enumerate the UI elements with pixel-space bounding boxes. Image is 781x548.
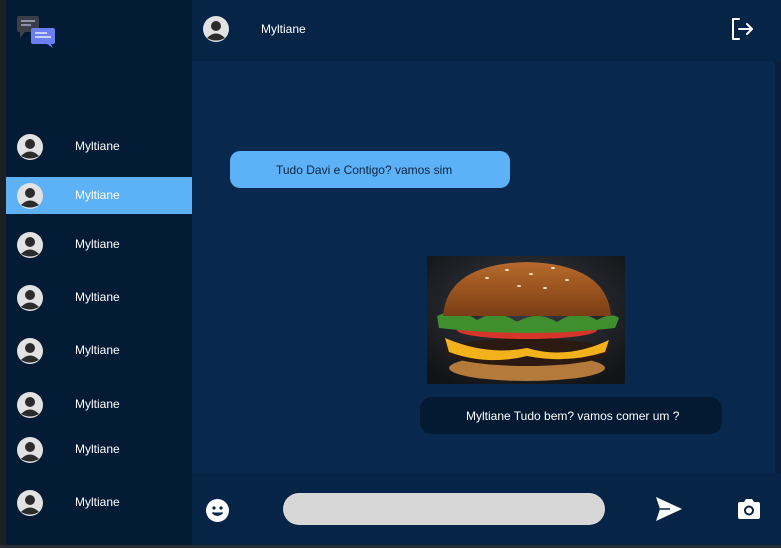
contact-item-active[interactable]: Myltiane: [6, 177, 192, 214]
smiley-icon[interactable]: [205, 498, 230, 523]
sidebar: Myltiane Myltiane Myltiane Myltiane Mylt: [6, 0, 192, 545]
user-avatar-icon: [16, 182, 44, 210]
user-avatar-icon: [16, 391, 44, 419]
user-avatar-icon: [16, 284, 44, 312]
incoming-message-bubble: Tudo Davi e Contigo? vamos sim: [230, 151, 510, 188]
contact-item[interactable]: Myltiane: [6, 386, 192, 423]
user-avatar-icon: [16, 231, 44, 259]
contact-name: Myltiane: [75, 237, 120, 251]
send-icon[interactable]: [654, 495, 684, 523]
contact-name: Myltiane: [75, 290, 120, 304]
message-area: Tudo Davi e Contigo? vamos sim Myltiane …: [192, 61, 775, 473]
message-input[interactable]: [283, 493, 605, 525]
contact-item[interactable]: Myltiane: [6, 484, 192, 521]
contact-name: Myltiane: [75, 397, 120, 411]
outgoing-message-bubble: Myltiane Tudo bem? vamos comer um ?: [420, 397, 722, 434]
chat-app: Myltiane Myltiane Myltiane Myltiane Mylt: [0, 0, 781, 548]
user-avatar-icon: [16, 436, 44, 464]
logout-icon[interactable]: [729, 16, 755, 42]
contact-name: Myltiane: [75, 188, 120, 202]
user-avatar-icon: [16, 133, 44, 161]
contact-name: Myltiane: [75, 343, 120, 357]
message-composer: [192, 473, 781, 545]
camera-icon[interactable]: [736, 497, 762, 521]
chat-bubbles-logo-icon: [17, 12, 57, 48]
contact-item[interactable]: Myltiane: [6, 279, 192, 316]
chat-header: Myltiane: [192, 0, 781, 61]
contact-item[interactable]: Myltiane: [6, 128, 192, 165]
contact-name: Myltiane: [75, 139, 120, 153]
incoming-message-text: Tudo Davi e Contigo? vamos sim: [276, 162, 453, 177]
right-edge: [775, 61, 781, 473]
contact-name: Myltiane: [75, 495, 120, 509]
contact-item[interactable]: Myltiane: [6, 431, 192, 468]
user-avatar-icon[interactable]: [202, 15, 230, 43]
contact-item[interactable]: Myltiane: [6, 226, 192, 263]
user-avatar-icon: [16, 489, 44, 517]
chat-contact-name: Myltiane: [261, 22, 306, 36]
contact-name: Myltiane: [75, 442, 120, 456]
user-avatar-icon: [16, 337, 44, 365]
contact-item[interactable]: Myltiane: [6, 332, 192, 369]
burger-photo-message[interactable]: [427, 256, 625, 384]
outgoing-message-text: Myltiane Tudo bem? vamos comer um ?: [466, 408, 680, 423]
